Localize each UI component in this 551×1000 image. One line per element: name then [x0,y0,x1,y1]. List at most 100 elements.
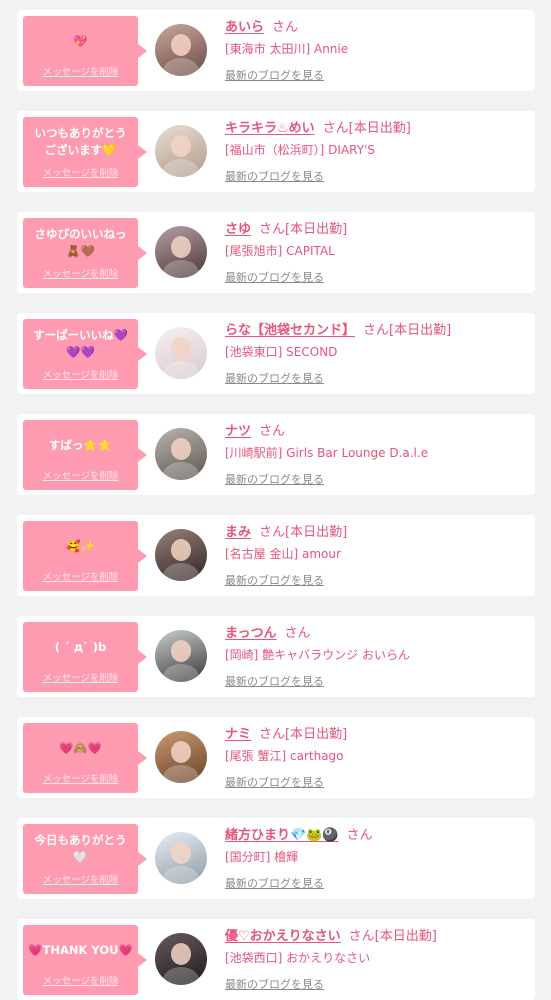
cast-name-link[interactable]: 緒方ひまり💎🐸🎱 [225,828,339,843]
avatar-face [171,943,191,965]
message-card: すばっ⭐⭐ メッセージを削除 ナツ さん [川崎駅前] Girls Bar Lou… [17,414,535,495]
message-card: さゆぴのいいねっ 🧸🤎 メッセージを削除 さゆ さん[本日出勤] [尾張旭市] C… [17,212,535,293]
avatar-face [171,842,191,864]
avatar-body [163,260,199,278]
message-bubble: いつもありがとう ございます💛 メッセージを削除 [23,117,147,187]
working-today-badge: [本日出勤] [348,121,411,136]
delete-message-link[interactable]: メッセージを削除 [23,569,138,583]
message-card: 🥰✨ メッセージを削除 まみ さん[本日出勤] [名古屋 金山] amour 最新… [17,515,535,596]
avatar[interactable] [155,630,207,682]
latest-blog-link[interactable]: 最新のブログを見る [225,471,324,487]
avatar-body [163,765,199,783]
name-line: まっつん さん [225,622,311,641]
latest-blog-link[interactable]: 最新のブログを見る [225,976,324,992]
message-text: 今日もありがとう 🤍 [34,833,127,864]
working-today-badge: [本日出勤] [389,323,452,338]
honorific: さん [348,929,375,944]
cast-name-link[interactable]: 優♡おかえりなさい [225,929,341,944]
delete-message-link[interactable]: メッセージを削除 [23,64,138,78]
message-card: いつもありがとう ございます💛 メッセージを削除 キラキラ♨めい さん[本日出勤]… [17,111,535,192]
shop-info: [尾張旭市] CAPITAL [225,244,335,258]
message-bubble: さゆぴのいいねっ 🧸🤎 メッセージを削除 [23,218,147,288]
shop-info: [岡崎] 艶キャバラウンジ おいらん [225,648,410,662]
message-text: さゆぴのいいねっ 🧸🤎 [34,227,127,258]
working-today-badge: [本日出勤] [374,929,437,944]
message-bubble: 🥰✨ メッセージを削除 [23,521,147,591]
cast-name-link[interactable]: キラキラ♨めい [225,121,315,136]
shop-info: [東海市 太田川] Annie [225,42,349,56]
cast-name-link[interactable]: まっつん [225,626,276,641]
message-text: いつもありがとう ございます💛 [34,126,127,157]
avatar-face [171,741,191,763]
latest-blog-link[interactable]: 最新のブログを見る [225,673,324,689]
avatar[interactable] [155,832,207,884]
latest-blog-link[interactable]: 最新のブログを見る [225,572,324,588]
message-card: 💖 メッセージを削除 あいら さん [東海市 太田川] Annie 最新のブログを… [17,10,535,91]
avatar-face [171,34,191,56]
cast-name-link[interactable]: ナツ [225,424,251,439]
latest-blog-link[interactable]: 最新のブログを見る [225,875,324,891]
avatar-body [163,462,199,480]
message-bubble: 💖 メッセージを削除 [23,16,147,86]
message-text: 💖 [73,33,88,48]
delete-message-link[interactable]: メッセージを削除 [23,670,138,684]
latest-blog-link[interactable]: 最新のブログを見る [225,168,324,184]
name-line: あいら さん [225,16,298,35]
latest-blog-link[interactable]: 最新のブログを見る [225,774,324,790]
name-line: ナミ さん[本日出勤] [225,723,347,742]
working-today-badge: [本日出勤] [285,525,348,540]
message-card: ( ´ д` )b メッセージを削除 まっつん さん [岡崎] 艶キャバラウンジ … [17,616,535,697]
shop-info: [国分町] 檜輝 [225,850,299,864]
avatar-body [163,159,199,177]
name-line: キラキラ♨めい さん[本日出勤] [225,117,411,136]
delete-message-link[interactable]: メッセージを削除 [23,367,138,381]
message-text: 💗🙈💗 [59,740,102,755]
message-card: すーぱーいいね💜 💜💜 メッセージを削除 らな【池袋セカンド】 さん[本日出勤] … [17,313,535,394]
message-bubble: すばっ⭐⭐ メッセージを削除 [23,420,147,490]
latest-blog-link[interactable]: 最新のブログを見る [225,67,324,83]
latest-blog-link[interactable]: 最新のブログを見る [225,269,324,285]
delete-message-link[interactable]: メッセージを削除 [23,872,138,886]
delete-message-link[interactable]: メッセージを削除 [23,771,138,785]
message-text: 🥰✨ [66,538,95,553]
avatar[interactable] [155,327,207,379]
working-today-badge: [本日出勤] [285,222,348,237]
avatar[interactable] [155,529,207,581]
cast-name-link[interactable]: あいら [225,20,264,35]
avatar-body [163,563,199,581]
cast-name-link[interactable]: まみ [225,525,251,540]
cast-name-link[interactable]: さゆ [225,222,251,237]
delete-message-link[interactable]: メッセージを削除 [23,973,138,987]
name-line: さゆ さん[本日出勤] [225,218,347,237]
avatar[interactable] [155,226,207,278]
avatar[interactable] [155,125,207,177]
shop-info: [池袋西口] おかえりなさい [225,951,371,965]
honorific: さん [322,121,349,136]
avatar-face [171,438,191,460]
avatar-body [163,58,199,76]
avatar[interactable] [155,428,207,480]
honorific: さん [259,424,286,439]
avatar[interactable] [155,933,207,985]
shop-info: [川崎駅前] Girls Bar Lounge D.a.l.e [225,446,429,460]
avatar-face [171,135,191,157]
cast-name-link[interactable]: ナミ [225,727,251,742]
name-line: まみ さん[本日出勤] [225,521,347,540]
message-card: 💗🙈💗 メッセージを削除 ナミ さん[本日出勤] [尾張 蟹江] carthago… [17,717,535,798]
delete-message-link[interactable]: メッセージを削除 [23,266,138,280]
latest-blog-link[interactable]: 最新のブログを見る [225,370,324,386]
cast-name-link[interactable]: らな【池袋セカンド】 [225,323,355,338]
honorific: さん [284,626,311,641]
message-bubble: ( ´ д` )b メッセージを削除 [23,622,147,692]
message-text: ( ´ д` )b [54,639,107,654]
name-line: ナツ さん [225,420,285,439]
message-bubble: 💗THANK YOU💗 メッセージを削除 [23,925,147,995]
honorific: さん [259,525,286,540]
avatar[interactable] [155,731,207,783]
avatar[interactable] [155,24,207,76]
delete-message-link[interactable]: メッセージを削除 [23,165,138,179]
message-bubble: 💗🙈💗 メッセージを削除 [23,723,147,793]
message-text: 💗THANK YOU💗 [28,942,133,957]
delete-message-link[interactable]: メッセージを削除 [23,468,138,482]
message-bubble: すーぱーいいね💜 💜💜 メッセージを削除 [23,319,147,389]
